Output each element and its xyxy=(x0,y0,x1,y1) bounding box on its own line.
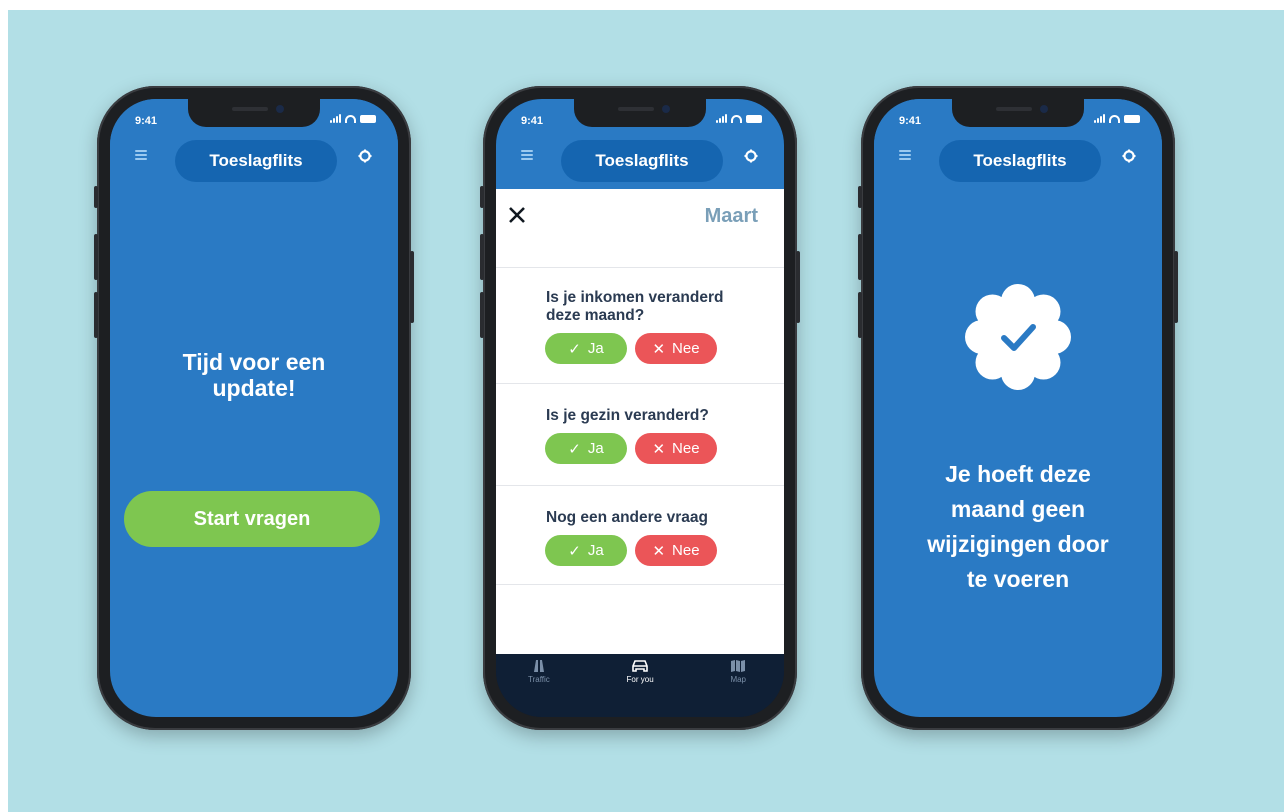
close-icon[interactable] xyxy=(508,206,526,224)
yes-button[interactable]: ✓ Ja xyxy=(545,535,627,566)
notch xyxy=(952,99,1084,127)
check-icon: ✓ xyxy=(568,440,581,458)
question-text: Is je inkomen veranderd deze maand? xyxy=(546,289,724,324)
gear-icon[interactable] xyxy=(1122,149,1136,163)
yes-label: Ja xyxy=(587,542,604,559)
app-title: Toeslagflits xyxy=(561,140,723,182)
answer-group: ✓ Ja ✕ Nee xyxy=(545,333,717,364)
no-button[interactable]: ✕ Nee xyxy=(635,433,717,464)
signal-icon xyxy=(1094,114,1105,123)
road-icon xyxy=(533,660,544,672)
wifi-icon xyxy=(1109,114,1120,123)
tab-for-you[interactable]: For you xyxy=(627,660,654,717)
notch xyxy=(188,99,320,127)
no-label: Nee xyxy=(672,440,700,457)
menu-icon[interactable] xyxy=(135,150,147,160)
no-button[interactable]: ✕ Nee xyxy=(635,535,717,566)
divider xyxy=(496,485,784,486)
wifi-icon xyxy=(731,114,742,123)
no-button[interactable]: ✕ Nee xyxy=(635,333,717,364)
divider xyxy=(496,267,784,268)
x-icon: ✕ xyxy=(652,542,666,560)
tab-label: Traffic xyxy=(528,675,550,684)
phone-questions: 9:41 Toeslagflits Maart Is je inkomen ve… xyxy=(480,86,800,730)
start-questions-button[interactable]: Start vragen xyxy=(124,491,380,547)
wifi-icon xyxy=(345,114,356,123)
yes-label: Ja xyxy=(587,340,604,357)
tab-map[interactable]: Map xyxy=(730,660,746,717)
signal-icon xyxy=(330,114,341,123)
signal-icon xyxy=(716,114,727,123)
gear-icon[interactable] xyxy=(358,149,372,163)
check-icon: ✓ xyxy=(568,340,581,358)
x-icon: ✕ xyxy=(652,340,666,358)
no-changes-message: Je hoeft deze maand geen wijzigingen doo… xyxy=(927,461,1109,592)
app-title: Toeslagflits xyxy=(175,140,337,182)
battery-icon xyxy=(360,114,376,123)
car-icon xyxy=(632,660,648,672)
screen-start: 9:41 Toeslagflits Tijd voor een update! … xyxy=(110,99,398,717)
tab-label: For you xyxy=(626,675,654,684)
notch xyxy=(574,99,706,127)
question-text: Is je gezin veranderd? xyxy=(546,407,709,424)
yes-label: Ja xyxy=(587,440,604,457)
status-icons xyxy=(330,114,376,123)
no-label: Nee xyxy=(672,542,700,559)
x-icon: ✕ xyxy=(652,440,666,458)
check-icon: ✓ xyxy=(568,542,581,560)
canvas: 9:41 Toeslagflits Tijd voor een update! … xyxy=(0,0,1284,812)
divider xyxy=(496,584,784,585)
yes-button[interactable]: ✓ Ja xyxy=(545,333,627,364)
screen-done: 9:41 Toeslagflits Je hoeft deze maand ge… xyxy=(874,99,1162,717)
update-heading: Tijd voor een update! xyxy=(182,349,326,401)
map-icon xyxy=(731,660,746,672)
no-label: Nee xyxy=(672,340,700,357)
yes-button[interactable]: ✓ Ja xyxy=(545,433,627,464)
tab-traffic[interactable]: Traffic xyxy=(528,660,550,717)
app-title: Toeslagflits xyxy=(939,140,1101,182)
gear-icon[interactable] xyxy=(744,149,758,163)
status-icons xyxy=(716,114,762,123)
phone-start: 9:41 Toeslagflits Tijd voor een update! … xyxy=(94,86,414,730)
phone-done: 9:41 Toeslagflits Je hoeft deze maand ge… xyxy=(858,86,1178,730)
question-text: Nog een andere vraag xyxy=(546,509,708,526)
question-sheet: Maart Is je inkomen veranderd deze maand… xyxy=(496,189,784,654)
status-time: 9:41 xyxy=(899,115,922,127)
tab-bar: Traffic For you Map xyxy=(496,654,784,717)
divider xyxy=(496,383,784,384)
menu-icon[interactable] xyxy=(899,150,911,160)
answer-group: ✓ Ja ✕ Nee xyxy=(545,433,717,464)
battery-icon xyxy=(746,114,762,123)
verified-badge-icon xyxy=(965,284,1071,390)
month-label: Maart xyxy=(704,205,758,227)
menu-icon[interactable] xyxy=(521,150,533,160)
status-icons xyxy=(1094,114,1140,123)
screen-questions: 9:41 Toeslagflits Maart Is je inkomen ve… xyxy=(496,99,784,717)
status-time: 9:41 xyxy=(135,115,158,127)
battery-icon xyxy=(1124,114,1140,123)
tab-label: Map xyxy=(730,675,746,684)
answer-group: ✓ Ja ✕ Nee xyxy=(545,535,717,566)
status-time: 9:41 xyxy=(521,115,544,127)
